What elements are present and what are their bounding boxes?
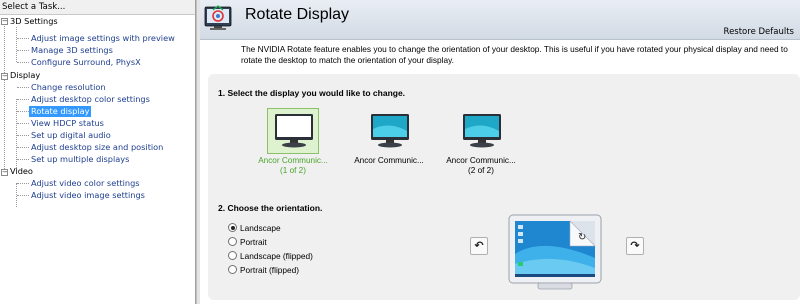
tree-line (17, 159, 29, 160)
display-index: (1 of 2) (280, 166, 306, 175)
display-label: Ancor Communic... (1 of 2) (246, 156, 340, 176)
tree-line (17, 99, 29, 100)
tree-line (17, 135, 29, 136)
tree-line (17, 87, 29, 88)
task-view-hdcp-status[interactable]: View HDCP status (29, 118, 106, 129)
collapse-icon[interactable]: − (1, 73, 8, 80)
display-name: Ancor Communic... (354, 156, 424, 165)
task-adjust-desktop-size[interactable]: Adjust desktop size and position (29, 142, 165, 153)
task-adjust-video-color[interactable]: Adjust video color settings (29, 178, 142, 189)
display-selection-frame (455, 108, 507, 154)
radio-button[interactable] (228, 265, 237, 275)
tree-line (4, 22, 5, 173)
task-pane-header: Select a Task... (0, 0, 195, 15)
monitor-icon (371, 114, 409, 148)
task-change-resolution[interactable]: Change resolution (29, 82, 108, 93)
display-option-2[interactable]: Ancor Communic... (352, 108, 426, 174)
category-video[interactable]: Video (10, 166, 33, 177)
orientation-label: Portrait (flipped) (240, 265, 300, 275)
task-adjust-image-settings[interactable]: Adjust image settings with preview (29, 33, 177, 44)
tree-line (17, 38, 29, 39)
orientation-portrait[interactable]: Portrait (228, 236, 267, 248)
tree-line (17, 62, 29, 63)
display-index: (2 of 2) (468, 166, 494, 175)
display-name: Ancor Communic... (446, 156, 516, 165)
task-configure-surround[interactable]: Configure Surround, PhysX (29, 57, 143, 68)
rotate-left-icon[interactable]: ↶ (470, 237, 488, 255)
tree-line (17, 147, 29, 148)
restore-defaults-link[interactable]: Restore Defaults (724, 27, 794, 37)
task-adjust-desktop-color[interactable]: Adjust desktop color settings (29, 94, 152, 105)
task-manage-3d-settings[interactable]: Manage 3D settings (29, 45, 115, 56)
display-selection-frame (363, 108, 415, 154)
display-label: Ancor Communic... (2 of 2) (434, 156, 528, 176)
orientation-preview: ↻ (508, 214, 602, 292)
section-select-display-title: 1. Select the display you would like to … (218, 88, 406, 98)
page-banner: Rotate Display Restore Defaults (200, 0, 800, 40)
svg-text:↻: ↻ (578, 232, 586, 243)
category-display[interactable]: Display (10, 70, 40, 81)
display-selection-frame (267, 108, 319, 154)
page-title: Rotate Display (245, 6, 350, 23)
orientation-label: Landscape (240, 223, 281, 233)
tree-line (17, 50, 29, 51)
tree-line (16, 27, 17, 62)
orientation-label: Landscape (flipped) (240, 251, 313, 261)
content-area: Rotate Display Restore Defaults The NVID… (200, 0, 800, 304)
display-option-1[interactable]: Ancor Communic... (1 of 2) (256, 108, 330, 175)
display-name: Ancor Communic... (258, 156, 328, 165)
page-description: The NVIDIA Rotate feature enables you to… (241, 44, 788, 65)
display-option-3[interactable]: Ancor Communic... (2 of 2) (444, 108, 518, 175)
radio-button[interactable] (228, 251, 237, 261)
category-3d-settings[interactable]: 3D Settings (10, 16, 58, 27)
tree-line (17, 195, 29, 196)
orientation-landscape-flipped[interactable]: Landscape (flipped) (228, 250, 313, 262)
collapse-icon[interactable]: − (1, 169, 8, 176)
task-rotate-display[interactable]: Rotate display (29, 106, 92, 117)
radio-button[interactable] (228, 237, 237, 247)
rotate-right-icon[interactable]: ↷ (626, 237, 644, 255)
section-orientation-title: 2. Choose the orientation. (218, 203, 323, 213)
tree-line (17, 183, 29, 184)
monitor-icon (275, 114, 313, 148)
task-set-up-multiple-displays[interactable]: Set up multiple displays (29, 154, 131, 165)
monitor-icon (463, 114, 501, 148)
settings-panel: 1. Select the display you would like to … (208, 74, 800, 300)
orientation-label: Portrait (240, 237, 267, 247)
collapse-icon[interactable]: − (1, 18, 8, 25)
task-pane: Select a Task... − 3D Settings Adjust im… (0, 0, 196, 304)
orientation-portrait-flipped[interactable]: Portrait (flipped) (228, 264, 299, 276)
orientation-landscape[interactable]: Landscape (228, 222, 281, 234)
rotate-display-icon (204, 4, 234, 32)
task-set-up-digital-audio[interactable]: Set up digital audio (29, 130, 113, 141)
tree-line (17, 111, 29, 112)
tree-line (17, 123, 29, 124)
radio-button[interactable] (228, 223, 237, 233)
task-adjust-video-image[interactable]: Adjust video image settings (29, 190, 147, 201)
display-label: Ancor Communic... (342, 156, 436, 166)
